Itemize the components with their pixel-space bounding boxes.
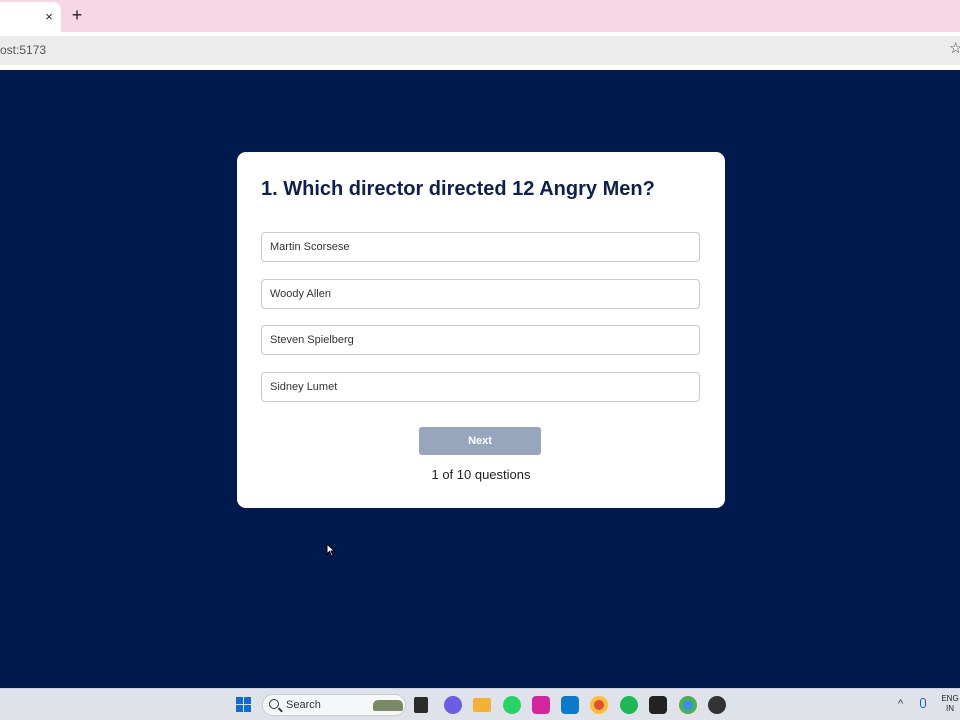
chat-icon[interactable] bbox=[444, 696, 462, 714]
new-tab-button[interactable]: + bbox=[69, 6, 85, 24]
mouse-cursor-icon bbox=[326, 543, 336, 557]
browser-tab-strip: × + bbox=[0, 0, 960, 32]
address-url[interactable]: ost:5173 bbox=[0, 41, 46, 59]
answer-option[interactable]: Woody Allen bbox=[261, 279, 700, 309]
answer-option[interactable]: Martin Scorsese bbox=[261, 232, 700, 262]
vscode-icon[interactable] bbox=[561, 696, 579, 714]
answer-option[interactable]: Sidney Lumet bbox=[261, 372, 700, 402]
browser-tab-active[interactable]: × bbox=[0, 2, 61, 32]
taskbar-search-label: Search bbox=[286, 699, 321, 711]
folder-icon[interactable] bbox=[473, 698, 491, 712]
address-bar[interactable]: ost:5173 ☆ bbox=[0, 36, 960, 65]
chrome-active-icon[interactable] bbox=[679, 696, 697, 714]
language-code: ENG bbox=[941, 694, 959, 703]
search-icon bbox=[269, 699, 279, 709]
quiz-card: 1. Which director directed 12 Angry Men?… bbox=[237, 152, 725, 508]
question-progress: 1 of 10 questions bbox=[431, 467, 531, 482]
close-tab-icon[interactable]: × bbox=[42, 9, 56, 25]
tray-chevron-icon[interactable]: ^ bbox=[898, 697, 903, 711]
browser-toolbar: ost:5173 ☆ bbox=[0, 32, 960, 70]
question-title: 1. Which director directed 12 Angry Men? bbox=[261, 178, 655, 200]
microphone-icon[interactable] bbox=[920, 698, 926, 708]
chrome-icon[interactable] bbox=[590, 696, 608, 714]
file-explorer-icon[interactable] bbox=[414, 697, 428, 713]
windows-start-icon[interactable] bbox=[236, 697, 252, 713]
spotify-icon[interactable] bbox=[620, 696, 638, 714]
page-viewport: 1. Which director directed 12 Angry Men?… bbox=[0, 70, 960, 688]
windows-taskbar: Search ^ ENG IN bbox=[0, 688, 960, 720]
search-highlight-icon bbox=[373, 700, 403, 711]
github-desktop-icon[interactable] bbox=[708, 696, 726, 714]
app-icon[interactable] bbox=[649, 696, 667, 714]
language-indicator[interactable]: ENG IN bbox=[940, 694, 960, 714]
region-code: IN bbox=[946, 704, 954, 713]
instagram-icon[interactable] bbox=[532, 696, 550, 714]
taskbar-search[interactable]: Search bbox=[262, 694, 406, 716]
answer-option[interactable]: Steven Spielberg bbox=[261, 325, 700, 355]
star-icon[interactable]: ☆ bbox=[949, 39, 960, 59]
next-button[interactable]: Next bbox=[419, 427, 541, 455]
whatsapp-icon[interactable] bbox=[503, 696, 521, 714]
